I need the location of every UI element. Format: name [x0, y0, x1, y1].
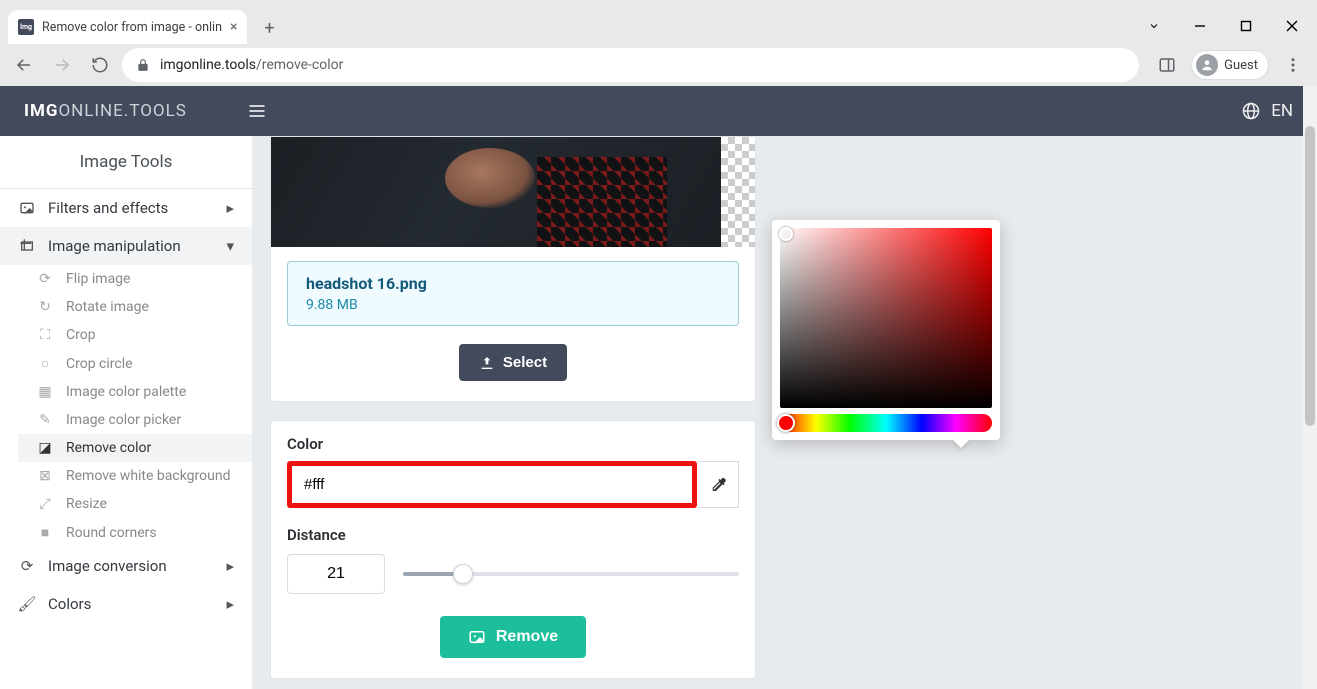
minimize-button[interactable]	[1181, 11, 1219, 41]
chevron-down-icon: ▾	[226, 237, 234, 255]
sidebar-item-color-picker[interactable]: ✎Image color picker	[18, 406, 252, 434]
color-input-highlight	[287, 461, 697, 508]
refresh-icon: ⟳	[18, 557, 36, 575]
color-picker-popover[interactable]	[772, 220, 1000, 440]
remove-bg-icon: ⊠	[36, 468, 54, 484]
sidebar-item-crop-circle[interactable]: ○Crop circle	[18, 349, 252, 378]
chevron-right-icon: ▸	[226, 557, 234, 575]
distance-label: Distance	[287, 526, 739, 544]
image-icon	[468, 628, 486, 646]
circle-icon: ○	[36, 355, 54, 372]
image-preview	[271, 137, 755, 247]
new-tab-button[interactable]: +	[255, 14, 283, 42]
address-bar[interactable]: imgonline.tools/remove-color	[122, 48, 1139, 82]
sidebar-item-remove-color[interactable]: ◪Remove color	[18, 434, 252, 462]
page-scrollbar[interactable]	[1303, 86, 1317, 689]
sidebar-group-manipulation[interactable]: Image manipulation ▾	[0, 227, 252, 265]
remove-icon: ◪	[36, 440, 54, 456]
color-label: Color	[287, 435, 739, 453]
crop-icon: ⛶	[36, 327, 54, 343]
sidebar: Image Tools Filters and effects ▸ Image …	[0, 136, 252, 689]
image-icon: ▦	[36, 384, 54, 400]
slider-thumb[interactable]	[453, 564, 473, 584]
eyedropper-icon	[709, 476, 727, 494]
sidebar-submenu-manipulation: ⟳Flip image ↻Rotate image ⛶Crop ○Crop ci…	[0, 265, 252, 547]
nav-forward-button[interactable]	[46, 49, 78, 81]
sidebar-group-label: Filters and effects	[48, 199, 168, 217]
nav-back-button[interactable]	[8, 49, 40, 81]
resize-icon: ⤢	[36, 496, 54, 512]
saturation-value-panel[interactable]	[780, 228, 992, 408]
browser-tab[interactable]: Remove color from image - onlin ×	[8, 10, 247, 44]
sidebar-group-colors[interactable]: 🖌 Colors ▸	[0, 585, 252, 623]
chevron-right-icon: ▸	[226, 199, 234, 217]
sidebar-item-palette[interactable]: ▦Image color palette	[18, 378, 252, 406]
file-name: headshot 16.png	[306, 274, 720, 293]
file-info-chip: headshot 16.png 9.88 MB	[287, 261, 739, 326]
refresh-icon: ⟳	[36, 271, 54, 287]
sidebar-group-label: Colors	[48, 595, 91, 613]
square-icon: ■	[36, 524, 54, 541]
sidebar-title: Image Tools	[0, 136, 252, 189]
chevron-down-icon[interactable]	[1135, 11, 1173, 41]
crop-icon	[18, 238, 36, 254]
sidebar-group-label: Image conversion	[48, 557, 167, 575]
language-label: EN	[1271, 101, 1293, 121]
sv-cursor[interactable]	[779, 227, 793, 241]
options-card: Color Distance	[270, 420, 756, 679]
site-logo[interactable]: IMGONLINE.TOOLS	[24, 101, 187, 121]
tab-title: Remove color from image - onlin	[42, 20, 222, 35]
eyedropper-button[interactable]	[697, 461, 739, 508]
sidebar-item-remove-white[interactable]: ⊠Remove white background	[18, 462, 252, 490]
upload-card: headshot 16.png 9.88 MB Select	[270, 136, 756, 402]
sidebar-item-crop[interactable]: ⛶Crop	[18, 321, 252, 349]
color-input[interactable]	[292, 466, 692, 503]
close-window-button[interactable]	[1273, 11, 1311, 41]
lock-icon	[136, 58, 150, 72]
brush-icon: 🖌	[18, 595, 36, 613]
maximize-button[interactable]	[1227, 11, 1265, 41]
profile-chip[interactable]: Guest	[1191, 50, 1269, 80]
eyedropper-icon: ✎	[36, 412, 54, 428]
url-text: imgonline.tools/remove-color	[160, 57, 343, 73]
sidebar-group-label: Image manipulation	[48, 237, 181, 255]
sidebar-item-flip[interactable]: ⟳Flip image	[18, 265, 252, 293]
sidebar-group-filters[interactable]: Filters and effects ▸	[0, 189, 252, 227]
select-file-button[interactable]: Select	[459, 344, 567, 381]
sidebar-item-resize[interactable]: ⤢Resize	[18, 490, 252, 518]
favicon	[18, 19, 34, 35]
popover-arrow	[952, 439, 970, 448]
hue-slider[interactable]	[780, 414, 992, 432]
rotate-icon: ↻	[36, 299, 54, 315]
browser-chrome: Remove color from image - onlin × + imgo…	[0, 0, 1317, 86]
sidebar-item-round-corners[interactable]: ■Round corners	[18, 518, 252, 547]
browser-toolbar: imgonline.tools/remove-color Guest	[0, 44, 1317, 86]
tab-strip: Remove color from image - onlin × +	[0, 8, 1317, 44]
hue-thumb[interactable]	[777, 414, 795, 432]
distance-input[interactable]	[287, 554, 385, 594]
kebab-menu-icon[interactable]	[1277, 49, 1309, 81]
main-content: headshot 16.png 9.88 MB Select Color	[252, 136, 1317, 689]
menu-toggle-button[interactable]	[247, 101, 267, 121]
distance-slider[interactable]	[403, 564, 739, 584]
tab-close-icon[interactable]: ×	[230, 19, 237, 35]
image-icon	[18, 200, 36, 216]
scrollbar-thumb[interactable]	[1305, 126, 1315, 426]
globe-icon	[1241, 101, 1261, 121]
remove-button[interactable]: Remove	[440, 616, 586, 658]
reload-button[interactable]	[84, 49, 116, 81]
chevron-right-icon: ▸	[226, 595, 234, 613]
file-size: 9.88 MB	[306, 297, 720, 313]
app-header: IMGONLINE.TOOLS EN	[0, 86, 1317, 136]
profile-label: Guest	[1224, 58, 1258, 73]
language-switch[interactable]: EN	[1241, 101, 1293, 121]
upload-icon	[479, 355, 495, 371]
avatar-icon	[1196, 54, 1218, 76]
sidebar-group-conversion[interactable]: ⟳ Image conversion ▸	[0, 547, 252, 585]
transparency-checker	[721, 137, 755, 247]
panel-icon[interactable]	[1151, 49, 1183, 81]
sidebar-item-rotate[interactable]: ↻Rotate image	[18, 293, 252, 321]
